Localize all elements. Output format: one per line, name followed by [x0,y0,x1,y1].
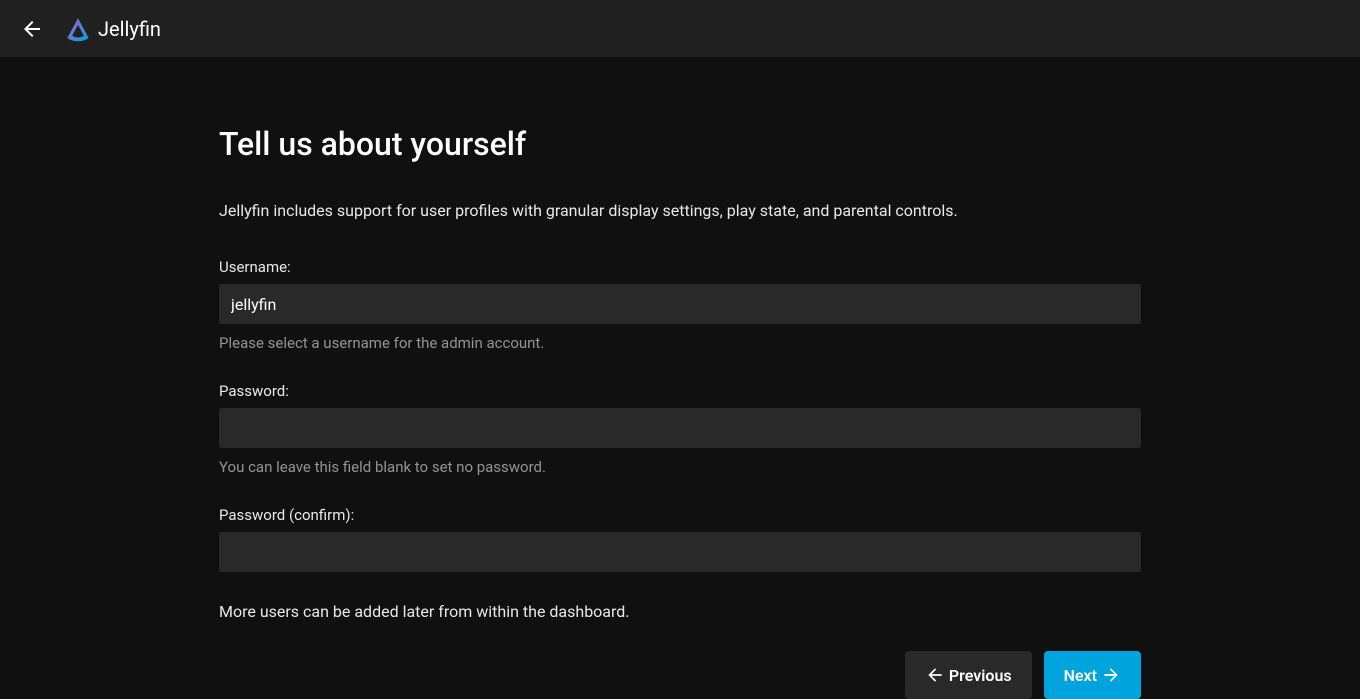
back-button[interactable] [12,9,52,49]
password-label: Password: [219,382,1141,400]
intro-text: Jellyfin includes support for user profi… [219,201,1141,220]
previous-button[interactable]: Previous [905,651,1032,699]
button-row: Previous Next [219,651,1141,699]
password-confirm-label: Password (confirm): [219,506,1141,524]
username-input[interactable] [219,284,1141,324]
previous-label: Previous [949,666,1012,685]
next-label: Next [1064,666,1097,685]
password-input[interactable] [219,408,1141,448]
username-group: Username: Please select a username for t… [219,258,1141,352]
password-help: You can leave this field blank to set no… [219,458,1141,476]
jellyfin-logo-icon [64,15,92,43]
password-group: Password: You can leave this field blank… [219,382,1141,476]
username-help: Please select a username for the admin a… [219,334,1141,352]
wizard-content: Tell us about yourself Jellyfin includes… [219,57,1141,699]
password-confirm-group: Password (confirm): [219,506,1141,572]
logo-text: Jellyfin [98,17,161,41]
arrow-left-icon [925,665,945,685]
more-users-text: More users can be added later from withi… [219,602,1141,621]
app-logo: Jellyfin [64,15,161,43]
arrow-right-icon [1101,665,1121,685]
next-button[interactable]: Next [1044,651,1141,699]
arrow-left-icon [20,17,44,41]
page-title: Tell us about yourself [219,125,1141,163]
username-label: Username: [219,258,1141,276]
app-header: Jellyfin [0,0,1360,57]
password-confirm-input[interactable] [219,532,1141,572]
